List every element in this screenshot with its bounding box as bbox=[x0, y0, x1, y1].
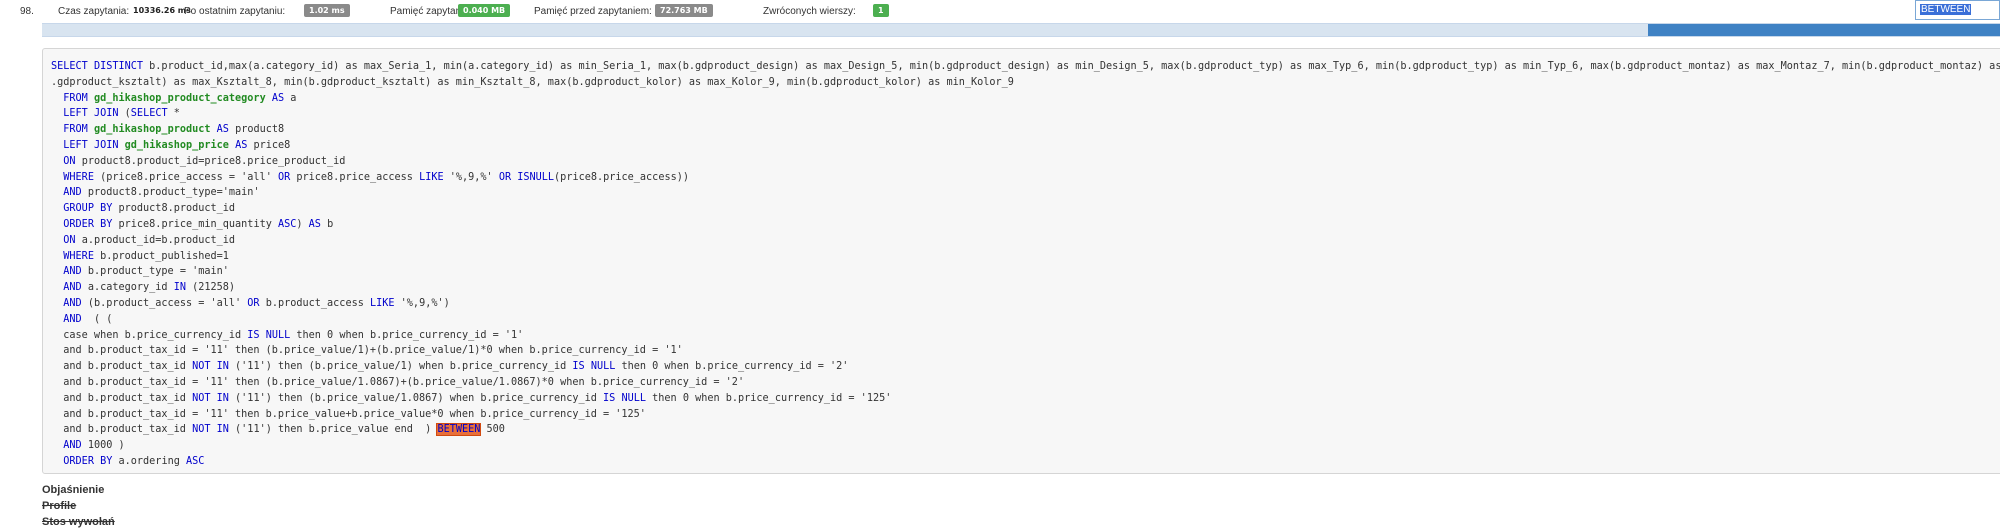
call-stack-link[interactable]: Stos wywołań bbox=[42, 516, 115, 528]
search-value: BETWEEN bbox=[1920, 4, 1972, 15]
sql-line: AND b.product_type = 'main' bbox=[63, 266, 229, 278]
stat-value-badge: 0.040 MB bbox=[458, 4, 511, 17]
sql-line: and b.product_tax_id = '11' then (b.pric… bbox=[51, 345, 683, 357]
sql-line: ORDER BY a.ordering ASC bbox=[63, 455, 205, 467]
profile-link[interactable]: Profile bbox=[42, 500, 76, 512]
sql-line: and b.product_tax_id NOT IN ('11') then … bbox=[51, 423, 505, 437]
stat-value-badge: 1.02 ms bbox=[304, 4, 350, 17]
sql-line: AND a.category_id IN (21258) bbox=[63, 282, 236, 294]
sql-line: .gdproduct_ksztalt) as max_Ksztalt_8, mi… bbox=[51, 76, 1014, 88]
explain-link[interactable]: Objaśnienie bbox=[42, 484, 104, 496]
stat-value-badge: 72.763 MB bbox=[655, 4, 713, 17]
stat-label: Czas zapytania: bbox=[58, 6, 130, 17]
query-number: 98. bbox=[20, 6, 34, 17]
stat-label: Po ostatnim zapytaniu: bbox=[184, 6, 286, 17]
sql-line: case when b.price_currency_id IS NULL th… bbox=[51, 329, 524, 341]
sql-line: AND ( ( bbox=[63, 313, 113, 325]
sql-line: LEFT JOIN gd_hikashop_price AS price8 bbox=[63, 139, 291, 151]
sql-line: and b.product_tax_id NOT IN ('11') then … bbox=[51, 361, 849, 373]
search-match-highlight: BETWEEN bbox=[436, 423, 482, 437]
sql-line: FROM gd_hikashop_product_category AS a bbox=[63, 92, 297, 104]
sql-line: ON product8.product_id=price8.price_prod… bbox=[63, 155, 346, 167]
stat-label: Pamięć przed zapytaniem: bbox=[534, 6, 652, 17]
sql-line: LEFT JOIN (SELECT * bbox=[63, 108, 180, 120]
sql-line: SELECT DISTINCT b.product_id,max(a.categ… bbox=[51, 61, 2000, 72]
sql-line: AND product8.product_type='main' bbox=[63, 187, 260, 199]
sql-line: FROM gd_hikashop_product AS product8 bbox=[63, 124, 285, 136]
sql-line: ORDER BY price8.price_min_quantity ASC) … bbox=[63, 218, 334, 230]
sql-line: AND 1000 ) bbox=[63, 440, 125, 452]
sql-line: WHERE b.product_published=1 bbox=[63, 250, 229, 262]
progress-track-stripe bbox=[42, 24, 1648, 36]
sql-line: WHERE (price8.price_access = 'all' OR pr… bbox=[63, 171, 689, 183]
sql-line: and b.product_tax_id = '11' then b.price… bbox=[51, 408, 646, 420]
sql-line: and b.product_tax_id = '11' then (b.pric… bbox=[51, 376, 745, 388]
stat-value-badge: 1 bbox=[873, 4, 889, 17]
sql-code-block: SELECT DISTINCT b.product_id,max(a.categ… bbox=[42, 48, 2000, 474]
query-time-progress-bar bbox=[42, 23, 2000, 37]
sql-line: ON a.product_id=b.product_id bbox=[63, 234, 236, 246]
sql-line: AND (b.product_access = 'all' OR b.produ… bbox=[63, 297, 450, 309]
sql-line: and b.product_tax_id NOT IN ('11') then … bbox=[51, 392, 892, 404]
search-input[interactable]: BETWEEN bbox=[1915, 0, 2000, 20]
progress-fill bbox=[1647, 24, 2000, 36]
stat-label: Zwróconych wierszy: bbox=[763, 6, 856, 17]
sql-line: GROUP BY product8.product_id bbox=[63, 203, 236, 215]
